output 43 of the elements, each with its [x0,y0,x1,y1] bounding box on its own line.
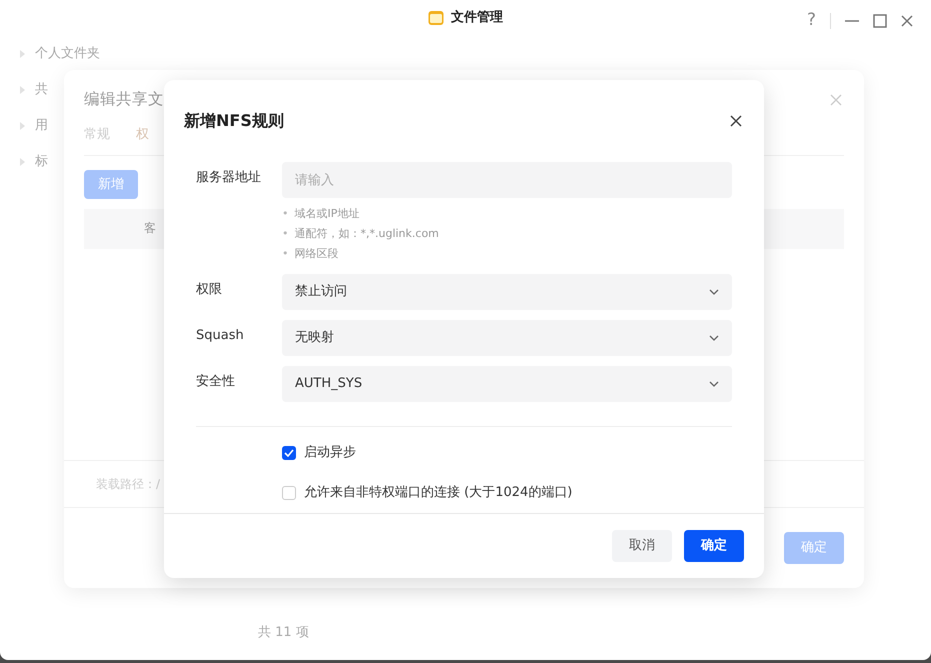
input-field[interactable]: 请输入 [282,162,732,198]
caret-icon[interactable] [20,122,25,130]
confirm-button[interactable]: 确定 [684,530,744,562]
caret-icon[interactable] [20,50,25,58]
chevron-down-icon [709,335,719,341]
folder-icon [428,10,444,26]
chevron-down-icon [709,381,719,387]
caret-icon[interactable] [20,86,25,94]
checkbox-label: 启动异步 [304,444,356,462]
column-header: 客 [144,221,156,236]
item-count: 共 11 项 [258,624,309,642]
tab[interactable]: 权 [136,125,149,155]
hint-text: 通配符，如：*,*.uglink.com [294,226,439,242]
checkbox-label: 允许来自非特权端口的连接 (大于1024的端口) [304,484,572,502]
confirm-button[interactable]: 确定 [784,532,844,564]
sidebar-item[interactable]: 用 [35,116,48,136]
select-field[interactable]: AUTH_SYS [282,366,732,402]
dialog-title: 新增NFS规则 [184,110,284,132]
cancel-button[interactable]: 取消 [612,530,672,562]
bullet-mark: • [282,226,288,242]
bullet-mark: • [282,246,288,262]
sidebar-item[interactable]: 个人文件夹 [35,44,100,64]
field-label: 安全性 [196,373,236,391]
hint-text: 域名或IP地址 [294,206,360,222]
field-label: 服务器地址 [196,169,262,187]
caret-icon[interactable] [20,158,25,166]
maximize-icon[interactable] [873,14,887,28]
add-button[interactable]: 新增 [84,170,138,200]
dialog-title: 编辑共享文 [84,89,164,110]
help-button[interactable]: ? [806,8,816,34]
close-button[interactable] [728,113,744,129]
select-field[interactable]: 禁止访问 [282,274,732,310]
checkbox[interactable] [282,446,296,460]
field-label: 权限 [196,281,223,299]
close-icon[interactable] [901,14,913,27]
sidebar-item[interactable]: 标 [35,152,48,172]
window-title: 文件管理 [451,8,503,28]
sidebar-item[interactable]: 共 [35,80,48,100]
field-label: Squash [196,327,245,345]
chevron-down-icon [709,289,719,295]
bullet-mark: • [282,206,288,222]
hint-text: 网络区段 [294,246,338,262]
select-field[interactable]: 无映射 [282,320,732,356]
